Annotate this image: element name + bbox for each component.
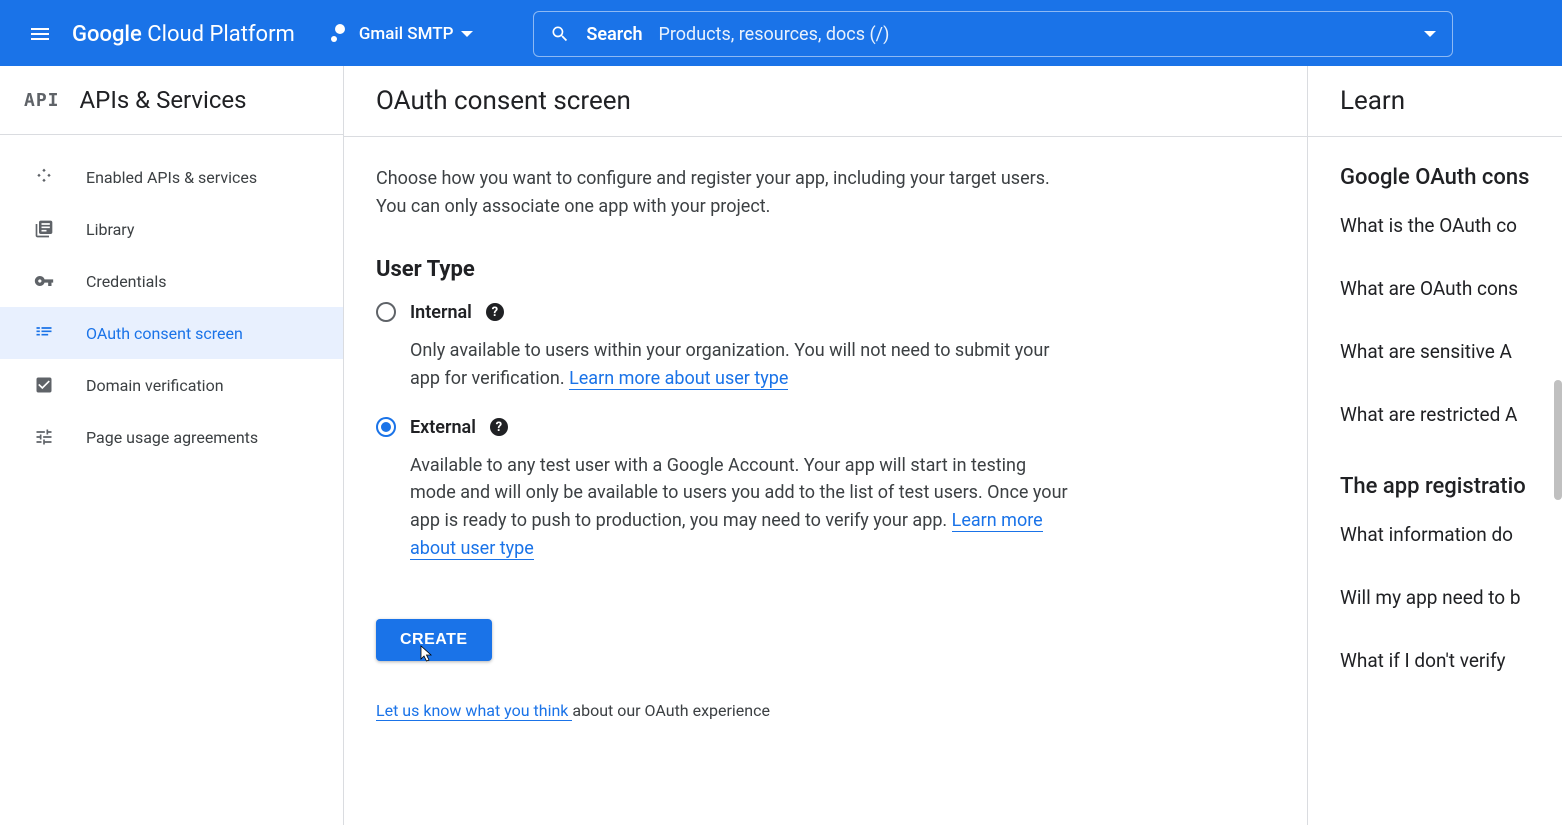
- hamburger-menu-icon[interactable]: [16, 10, 64, 58]
- sidebar-item-label: Domain verification: [86, 376, 224, 395]
- sidebar-item-label: Page usage agreements: [86, 428, 258, 447]
- chevron-down-icon: [461, 31, 473, 37]
- sidebar-item-enabled-apis[interactable]: Enabled APIs & services: [0, 151, 343, 203]
- project-selector[interactable]: Gmail SMTP: [319, 16, 486, 52]
- sidebar-item-label: Library: [86, 220, 134, 239]
- page-usage-icon: [34, 427, 54, 447]
- search-placeholder: Products, resources, docs (/): [659, 24, 1409, 45]
- key-icon: [34, 271, 54, 291]
- help-icon[interactable]: ?: [486, 303, 504, 321]
- internal-description: Only available to users within your orga…: [410, 337, 1072, 393]
- search-box[interactable]: Search Products, resources, docs (/): [533, 11, 1453, 57]
- cursor-icon: [420, 645, 436, 665]
- sidebar-item-label: Credentials: [86, 272, 167, 291]
- help-icon[interactable]: ?: [490, 418, 508, 436]
- feedback-link[interactable]: Let us know what you think: [376, 701, 572, 721]
- learn-panel: Learn Google OAuth cons What is the OAut…: [1308, 66, 1562, 825]
- radio-label-external: External: [410, 417, 476, 438]
- intro-text: Choose how you want to configure and reg…: [376, 165, 1072, 221]
- search-label: Search: [586, 24, 642, 45]
- main-content: OAuth consent screen Choose how you want…: [344, 66, 1308, 825]
- user-type-heading: User Type: [376, 257, 1072, 282]
- learn-item[interactable]: What is the OAuth co: [1340, 214, 1562, 237]
- sidebar-item-label: Enabled APIs & services: [86, 168, 257, 187]
- learn-item[interactable]: What if I don't verify: [1340, 649, 1562, 672]
- learn-item[interactable]: What are sensitive A: [1340, 340, 1562, 363]
- library-icon: [34, 219, 54, 239]
- sidebar-item-domain-verification[interactable]: Domain verification: [0, 359, 343, 411]
- learn-heading: Learn: [1308, 66, 1562, 137]
- external-description: Available to any test user with a Google…: [410, 452, 1072, 564]
- learn-section-title: Google OAuth cons: [1340, 165, 1562, 190]
- radio-external[interactable]: [376, 417, 396, 437]
- sidebar-item-oauth-consent[interactable]: OAuth consent screen: [0, 307, 343, 359]
- search-icon: [550, 24, 570, 44]
- gcp-logo[interactable]: Google Cloud Platform: [72, 22, 295, 47]
- learn-item[interactable]: What are restricted A: [1340, 403, 1562, 426]
- sidebar-title: APIs & Services: [80, 86, 247, 114]
- learn-item[interactable]: What are OAuth cons: [1340, 277, 1562, 300]
- page-title: OAuth consent screen: [344, 66, 1307, 137]
- project-icon: [331, 24, 351, 44]
- radio-internal[interactable]: [376, 302, 396, 322]
- chevron-down-icon: [1424, 31, 1436, 37]
- project-name: Gmail SMTP: [359, 24, 454, 44]
- learn-more-internal-link[interactable]: Learn more about user type: [569, 368, 788, 390]
- diamond-icon: [34, 167, 54, 187]
- feedback-text: Let us know what you think about our OAu…: [376, 701, 1072, 720]
- learn-item[interactable]: What information do: [1340, 523, 1562, 546]
- radio-option-external: External ? Available to any test user wi…: [376, 417, 1072, 564]
- verified-icon: [34, 375, 54, 395]
- sidebar-item-page-usage[interactable]: Page usage agreements: [0, 411, 343, 463]
- consent-screen-icon: [34, 323, 54, 343]
- sidebar-header: API APIs & Services: [0, 66, 343, 135]
- header-bar: Google Cloud Platform Gmail SMTP Search …: [0, 2, 1562, 66]
- api-icon: API: [24, 90, 60, 111]
- sidebar: API APIs & Services Enabled APIs & servi…: [0, 66, 344, 825]
- radio-option-internal: Internal ? Only available to users withi…: [376, 302, 1072, 393]
- sidebar-item-label: OAuth consent screen: [86, 324, 243, 343]
- sidebar-item-library[interactable]: Library: [0, 203, 343, 255]
- learn-item[interactable]: Will my app need to b: [1340, 586, 1562, 609]
- learn-section-title: The app registratio: [1340, 474, 1562, 499]
- sidebar-item-credentials[interactable]: Credentials: [0, 255, 343, 307]
- create-button[interactable]: CREATE: [376, 619, 492, 661]
- scrollbar-thumb[interactable]: [1554, 380, 1562, 500]
- radio-label-internal: Internal: [410, 302, 472, 323]
